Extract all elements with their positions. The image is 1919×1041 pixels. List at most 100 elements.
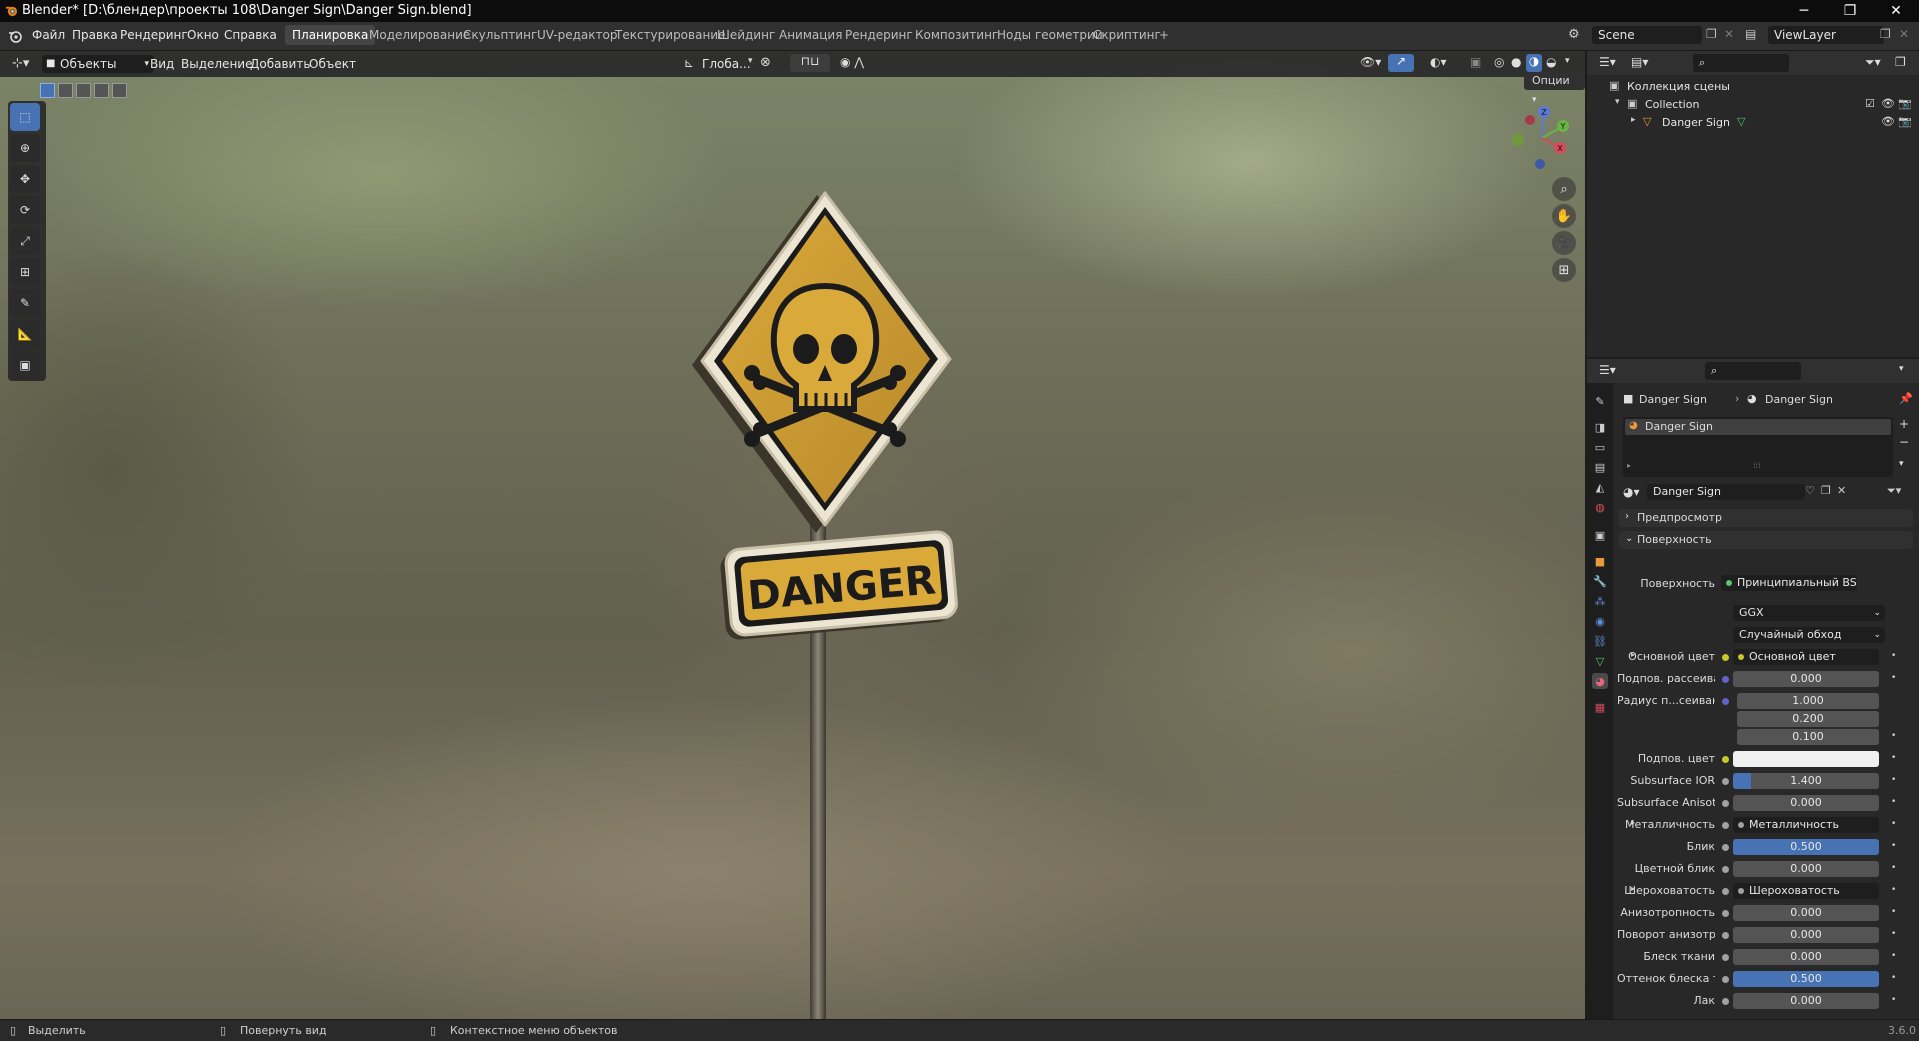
vector-component-field[interactable]: 0.100 xyxy=(1737,729,1879,745)
keyframe-dot-icon[interactable]: • xyxy=(1891,951,1896,961)
minimize-button[interactable]: ─ xyxy=(1781,0,1827,22)
snap-toggle-icon[interactable]: ⊓⊔ xyxy=(790,54,830,72)
keyframe-dot-icon[interactable]: • xyxy=(1891,775,1896,785)
xray-toggle-icon[interactable]: ▣ xyxy=(1470,55,1481,69)
input-socket-icon[interactable] xyxy=(1722,910,1729,917)
perspective-toggle-icon[interactable]: ⊞ xyxy=(1552,258,1576,282)
keyframe-dot-icon[interactable]: • xyxy=(1891,673,1896,683)
select-box-tool-icon[interactable]: ⬚ xyxy=(10,103,40,131)
annotate-tool-icon[interactable]: ✎ xyxy=(10,289,40,317)
material-preview-shading-icon[interactable]: ◑ xyxy=(1526,54,1542,72)
solid-shading-icon[interactable]: ● xyxy=(1511,55,1521,69)
input-socket-icon[interactable] xyxy=(1722,676,1729,683)
select-intersect-icon[interactable] xyxy=(112,83,127,98)
keyframe-dot-icon[interactable]: • xyxy=(1891,797,1896,807)
input-socket-icon[interactable] xyxy=(1722,954,1729,961)
input-socket-icon[interactable] xyxy=(1722,822,1729,829)
input-socket-icon[interactable] xyxy=(1722,866,1729,873)
gizmo-toggle-icon[interactable]: ↗ xyxy=(1388,54,1414,72)
keyframe-dot-icon[interactable]: • xyxy=(1891,929,1896,939)
input-number-field[interactable]: 0.000 xyxy=(1733,795,1879,811)
new-collection-icon[interactable]: ❐ xyxy=(1895,55,1906,69)
pan-hand-icon[interactable]: ✋ xyxy=(1552,204,1576,228)
rotate-tool-icon[interactable]: ⟳ xyxy=(10,196,40,224)
overlay-toggle-icon[interactable]: ◐▾ xyxy=(1430,55,1447,69)
collection-render-icon[interactable]: 📷 xyxy=(1898,97,1912,110)
input-socket-icon[interactable] xyxy=(1722,932,1729,939)
pivot-point-icon[interactable]: ⊗ xyxy=(760,55,771,70)
input-socket-icon[interactable] xyxy=(1722,654,1729,661)
exclude-checkbox-icon[interactable]: ☑ xyxy=(1865,97,1875,110)
navigation-gizmo[interactable]: Z Y X xyxy=(1500,96,1580,176)
input-link-field[interactable]: Основной цвет xyxy=(1733,649,1879,665)
interaction-mode-dropdown[interactable]: ■ Объекты ▾ xyxy=(42,55,154,73)
delete-view-layer-icon[interactable]: ✕ xyxy=(1899,27,1909,41)
input-link-field[interactable]: Шероховатость xyxy=(1733,883,1879,899)
move-tool-icon[interactable]: ✥ xyxy=(10,165,40,193)
outliner-row-scene-collection[interactable]: ▣ Коллекция сцены xyxy=(1587,78,1919,96)
editor-type-icon[interactable]: ⊹▾ xyxy=(12,56,29,71)
collection-expand-icon[interactable]: ▾ xyxy=(1615,97,1620,107)
zoom-icon[interactable]: ⌕ xyxy=(1552,177,1576,201)
input-socket-icon[interactable] xyxy=(1722,844,1729,851)
select-new-icon[interactable] xyxy=(40,83,55,98)
keyframe-dot-icon[interactable]: • xyxy=(1891,973,1896,983)
vector-component-field[interactable]: 0.200 xyxy=(1737,711,1879,727)
view-layer-icon[interactable]: ▤ xyxy=(1745,27,1756,41)
collection-visibility-icon[interactable]: 👁 xyxy=(1881,97,1895,110)
input-socket-icon[interactable] xyxy=(1722,778,1729,785)
keyframe-dot-icon[interactable]: • xyxy=(1891,651,1896,661)
input-socket-icon[interactable] xyxy=(1722,976,1729,983)
measure-tool-icon[interactable]: 📐 xyxy=(10,320,40,348)
input-link-field[interactable]: Металличность xyxy=(1733,817,1879,833)
input-socket-icon[interactable] xyxy=(1722,698,1729,705)
viewport-menu-select[interactable]: Выделение xyxy=(181,57,252,71)
menu-file[interactable]: Файл xyxy=(32,28,65,42)
keyframe-dot-icon[interactable]: • xyxy=(1891,753,1896,763)
keyframe-dot-icon[interactable]: • xyxy=(1891,907,1896,917)
input-number-field[interactable]: 0.500 xyxy=(1733,839,1879,855)
keyframe-dot-icon[interactable]: • xyxy=(1891,885,1896,895)
viewport-menu-view[interactable]: Вид xyxy=(150,57,174,71)
input-number-field[interactable]: 0.000 xyxy=(1733,927,1879,943)
input-number-field[interactable]: 0.000 xyxy=(1733,861,1879,877)
rendered-shading-icon[interactable]: ◒ xyxy=(1546,55,1556,69)
blender-menu-icon[interactable] xyxy=(8,29,22,43)
menu-edit[interactable]: Правка xyxy=(72,28,118,42)
keyframe-dot-icon[interactable]: • xyxy=(1891,863,1896,873)
options-dropdown[interactable]: Опции ▾ xyxy=(1524,72,1585,105)
visibility-icon[interactable]: 👁▾ xyxy=(1360,55,1381,69)
outliner-search-input[interactable]: ⌕ xyxy=(1693,54,1789,72)
keyframe-dot-icon[interactable]: • xyxy=(1891,841,1896,851)
input-socket-icon[interactable] xyxy=(1722,888,1729,895)
transform-tool-icon[interactable]: ⊞ xyxy=(10,258,40,286)
close-button[interactable]: ✕ xyxy=(1873,0,1919,22)
menu-render[interactable]: Рендеринг xyxy=(120,28,188,42)
filter-icon[interactable]: ⏷▾ xyxy=(1865,55,1881,70)
cursor-tool-icon[interactable]: ⊕ xyxy=(10,134,40,162)
object-render-icon[interactable]: 📷 xyxy=(1898,115,1912,128)
danger-sign-model[interactable]: DANGER xyxy=(660,141,980,1019)
input-number-field[interactable]: 0.000 xyxy=(1733,671,1879,687)
shading-options-chevron-icon[interactable]: ▾ xyxy=(1565,56,1570,66)
3d-viewport[interactable]: ⊹▾ ■ Объекты ▾ Вид Выделение Добавить Об… xyxy=(0,51,1585,1019)
transform-orientation-dropdown[interactable]: Глоба... xyxy=(702,57,751,71)
camera-view-icon[interactable]: 🎥 xyxy=(1552,231,1576,255)
select-extend-icon[interactable] xyxy=(58,83,73,98)
new-view-layer-icon[interactable]: ❐ xyxy=(1880,27,1891,41)
input-socket-icon[interactable] xyxy=(1722,800,1729,807)
outliner-editor-type-icon[interactable]: ☰▾ xyxy=(1599,55,1616,69)
input-number-field[interactable]: 0.000 xyxy=(1733,905,1879,921)
input-number-field[interactable]: 0.000 xyxy=(1733,949,1879,965)
input-socket-icon[interactable] xyxy=(1722,998,1729,1005)
input-socket-icon[interactable] xyxy=(1722,756,1729,763)
add-cube-tool-icon[interactable]: ▣ xyxy=(10,351,40,379)
add-workspace-button[interactable]: + xyxy=(1152,25,1176,45)
display-mode-icon[interactable]: ▤▾ xyxy=(1631,55,1648,69)
vector-component-field[interactable]: 1.000 xyxy=(1737,693,1879,709)
outliner-row-object[interactable]: ▸ ▽ Danger Sign ▽ 👁 📷 xyxy=(1587,114,1919,132)
delete-scene-icon[interactable]: ✕ xyxy=(1724,27,1734,41)
input-number-field[interactable]: 0.000 xyxy=(1733,993,1879,1009)
select-invert-icon[interactable] xyxy=(94,83,109,98)
mesh-data-icon[interactable]: ▽ xyxy=(1737,115,1745,128)
